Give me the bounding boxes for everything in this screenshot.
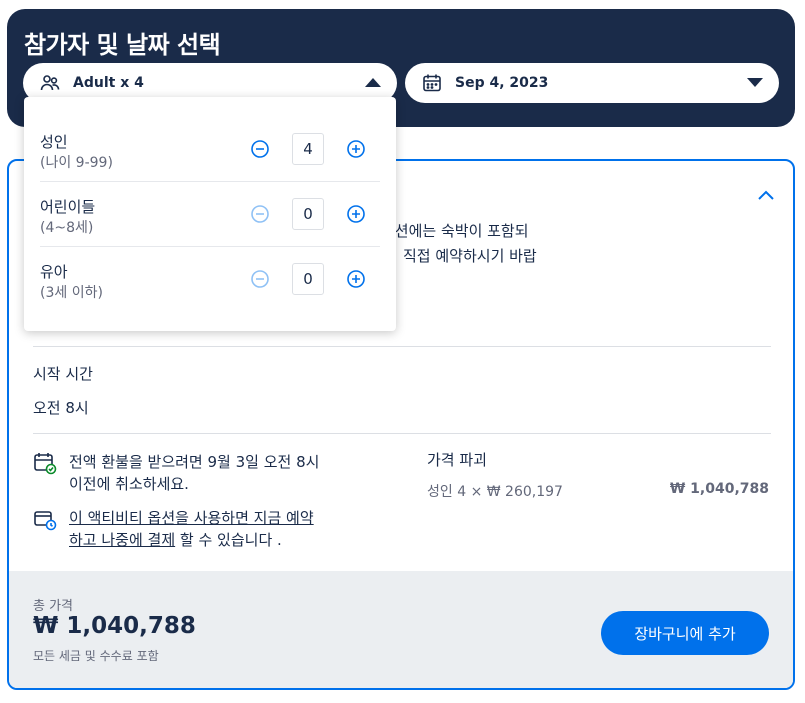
refund-text-line-2: 이전에 취소하세요. bbox=[69, 475, 189, 493]
plus-circle-icon[interactable] bbox=[346, 269, 366, 289]
calendar-icon bbox=[421, 72, 443, 94]
total-price-value: ₩ 1,040,788 bbox=[33, 613, 196, 639]
refund-text-line-1: 전액 환불을 받으려면 9월 3일 오전 8시 bbox=[69, 453, 320, 471]
pay-later-link[interactable]: 이 액티비티 옵션을 사용하면 지금 예약 bbox=[69, 509, 314, 527]
price-breakdown-title: 가격 파괴 bbox=[427, 451, 487, 469]
participant-age: (3세 이하) bbox=[40, 285, 103, 301]
plus-circle-icon[interactable] bbox=[346, 204, 366, 224]
wallet-clock-icon bbox=[34, 511, 57, 531]
tax-note: 모든 세금 및 수수료 포함 bbox=[33, 649, 159, 663]
start-time-value: 오전 8시 bbox=[33, 399, 89, 417]
caret-up-icon bbox=[365, 78, 381, 87]
people-icon bbox=[39, 72, 61, 94]
add-to-cart-button[interactable]: 장바구니에 추가 bbox=[601, 611, 769, 655]
caret-down-icon bbox=[747, 78, 763, 87]
minus-circle-icon[interactable] bbox=[250, 204, 270, 224]
quantity-stepper[interactable]: 0 bbox=[292, 198, 324, 230]
pay-later-link-continued[interactable]: 하고 나중에 결제 bbox=[69, 531, 175, 549]
total-price-label: 총 가격 bbox=[33, 599, 74, 614]
divider bbox=[33, 346, 771, 347]
participant-row-adult: 성인 (나이 9-99) 4 bbox=[40, 113, 380, 178]
price-breakdown-amount: ₩ 1,040,788 bbox=[669, 481, 769, 497]
participant-age: (나이 9-99) bbox=[40, 155, 113, 171]
option-description-line-1: 옵션에는 숙박이 포함되 bbox=[381, 222, 529, 240]
date-label: Sep 4, 2023 bbox=[455, 75, 549, 91]
start-time-label: 시작 시간 bbox=[33, 365, 93, 383]
participants-label: Adult x 4 bbox=[73, 75, 144, 91]
pay-later-suffix: 할 수 있습니다 . bbox=[175, 531, 282, 549]
option-description: 옵션에는 숙박이 포함되 직접 예약하시기 바랍 bbox=[381, 219, 537, 269]
total-footer: 총 가격 ₩ 1,040,788 모든 세금 및 수수료 포함 장바구니에 추가 bbox=[9, 571, 793, 688]
quantity-stepper[interactable]: 0 bbox=[292, 263, 324, 295]
divider bbox=[33, 433, 771, 434]
participant-row-child: 어린이들 (4~8세) 0 bbox=[40, 178, 380, 243]
option-description-line-2: 직접 예약하시기 바랍 bbox=[403, 247, 537, 265]
participant-name: 성인 bbox=[40, 133, 68, 151]
participant-name: 유아 bbox=[40, 263, 68, 281]
participant-age: (4~8세) bbox=[40, 220, 94, 236]
refund-policy: 전액 환불을 받으려면 9월 3일 오전 8시 이전에 취소하세요. bbox=[33, 451, 359, 495]
pay-later-policy: 이 액티비티 옵션을 사용하면 지금 예약 하고 나중에 결제 할 수 있습니다… bbox=[33, 507, 359, 551]
date-selector[interactable]: Sep 4, 2023 bbox=[405, 63, 779, 103]
calendar-check-icon bbox=[34, 453, 57, 475]
participant-name: 어린이들 bbox=[40, 198, 96, 216]
quantity-stepper[interactable]: 4 bbox=[292, 133, 324, 165]
minus-circle-icon[interactable] bbox=[250, 269, 270, 289]
plus-circle-icon[interactable] bbox=[346, 139, 366, 159]
price-breakdown-line: 성인 4 × ₩ 260,197 bbox=[427, 484, 563, 500]
minus-circle-icon[interactable] bbox=[250, 139, 270, 159]
participant-row-infant: 유아 (3세 이하) 0 bbox=[40, 243, 380, 308]
chevron-up-icon[interactable] bbox=[755, 185, 777, 207]
page-title: 참가자 및 날짜 선택 bbox=[24, 31, 221, 59]
participants-dropdown: 성인 (나이 9-99) 4 어린이들 (4~8세) 0 유아 (3세 이하) … bbox=[24, 97, 396, 331]
